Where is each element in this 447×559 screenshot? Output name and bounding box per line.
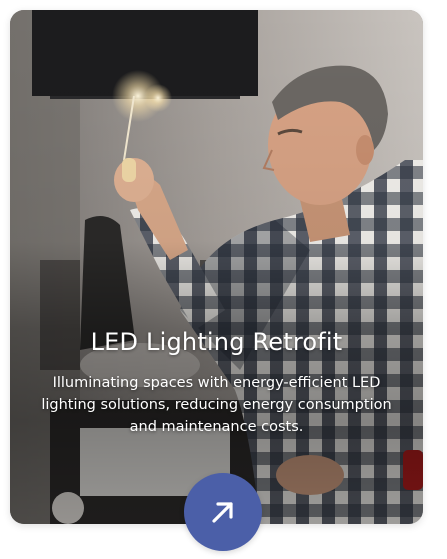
open-service-button[interactable] — [184, 473, 262, 551]
arrow-up-right-icon — [208, 497, 238, 527]
card-description: Illuminating spaces with energy-efficien… — [41, 375, 392, 435]
service-card[interactable]: LED Lighting Retrofit Illuminating space… — [10, 10, 423, 524]
card-title: LED Lighting Retrofit — [90, 328, 343, 356]
photo-dark-overlay — [10, 10, 423, 524]
page: LED Lighting Retrofit Illuminating space… — [0, 0, 447, 559]
